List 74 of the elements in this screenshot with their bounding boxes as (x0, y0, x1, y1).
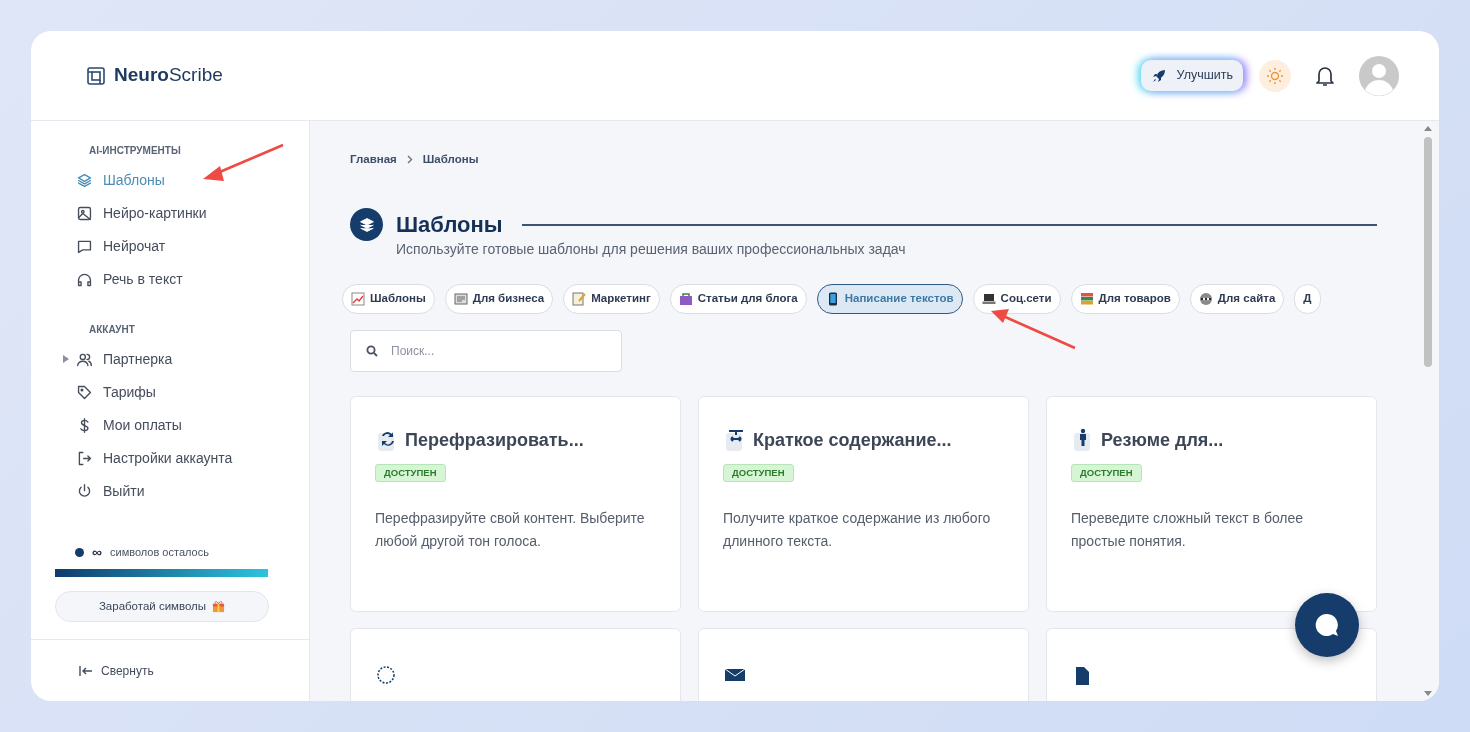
chat-bubble-icon (76, 238, 93, 255)
category-tab[interactable]: Для бизнеса (444, 284, 554, 314)
bag-icon (678, 291, 693, 306)
scroll-up-icon (1424, 125, 1432, 131)
template-title: Краткое содержание... (753, 428, 952, 452)
category-tab[interactable]: Д (1294, 284, 1321, 314)
status-label: ДОСТУПЕН (723, 463, 794, 482)
template-title: Резюме для... (1101, 428, 1224, 452)
template-description: Переведите сложный текст в более простые понятия. (1071, 508, 1305, 552)
mask-icon (1198, 291, 1213, 306)
credits-amount: ∞ (92, 543, 102, 562)
breadcrumb-link[interactable]: Шаблоны (422, 151, 479, 169)
sidebar-item[interactable]: Тарифы (71, 376, 285, 409)
books-icon (1079, 291, 1094, 306)
section-heading: AI-ИНСТРУМЕНТЫ (89, 144, 182, 158)
sun-icon (1266, 66, 1284, 85)
category-tab[interactable]: Написание текстов (816, 284, 963, 314)
tag-icon (76, 384, 93, 401)
logout-icon (76, 450, 93, 467)
collapse-icon (79, 664, 93, 677)
rocket-icon (1150, 67, 1167, 84)
sidebar-item[interactable]: Настройки аккаунта (71, 442, 285, 475)
template-card[interactable]: Краткое содержание... ДОСТУПЕН Получите краткое содержание из любого длинного текста. (698, 395, 1029, 612)
scrollbar-thumb[interactable] (1424, 137, 1432, 367)
category-tab[interactable]: Маркетинг (563, 284, 660, 314)
breadcrumb-link[interactable]: Главная (350, 151, 397, 169)
search-field[interactable]: Поиск... (350, 329, 622, 372)
theme-toggle[interactable] (1259, 59, 1291, 92)
sidebar-item[interactable]: Нейро-картинки (71, 197, 285, 230)
avatar-icon[interactable] (1359, 55, 1399, 96)
category-tab[interactable]: Соц.сети (972, 284, 1061, 314)
earn-credits-button[interactable]: Заработай символы (55, 591, 269, 623)
sidebar-item[interactable]: Партнерка (71, 343, 285, 376)
image-icon (76, 205, 93, 222)
page-title: Шаблоны (396, 213, 503, 236)
status-label: ДОСТУПЕН (375, 463, 446, 482)
sidebar-item[interactable]: Мои оплаты (71, 409, 285, 442)
layers-icon (76, 172, 93, 189)
template-description: Получите краткое содержание из любого длинного текста. (723, 508, 992, 552)
section-heading: АККАУНТ (89, 323, 136, 337)
collapse-button[interactable]: Свернуть (79, 661, 154, 680)
template-description: Перефразируйте свой контент. Выберите любой другой тон голоса. (375, 508, 646, 552)
chat-bubble-icon (1313, 611, 1341, 639)
newspaper-icon (453, 291, 468, 306)
logo-icon (86, 66, 106, 87)
template-card[interactable]: Резюме для... ДОСТУПЕН Переведите сложный текст в более простые понятия. (1046, 395, 1377, 612)
category-tab[interactable]: Статьи для блога (669, 284, 807, 314)
laptop-icon (981, 291, 996, 306)
layers-icon (358, 216, 375, 233)
sidebar-item[interactable]: Выйти (71, 475, 285, 508)
status-dot (75, 548, 84, 557)
scroll-down-icon (1424, 691, 1432, 697)
headphones-icon (76, 271, 93, 288)
status-label: ДОСТУПЕН (1071, 463, 1142, 482)
sidebar-item[interactable]: Речь в текст (71, 263, 285, 296)
category-tab[interactable]: Шаблоны (342, 284, 435, 314)
page-subtitle: Используйте готовые шаблоны для решения ваших профессиональных задач (396, 240, 907, 260)
chevron-right-icon (406, 155, 413, 165)
category-tab[interactable]: Для товаров (1070, 284, 1180, 314)
search-icon (366, 344, 378, 357)
power-icon (76, 483, 93, 500)
sidebar-item[interactable]: Шаблоны (71, 164, 285, 197)
users-icon (76, 351, 93, 368)
template-title: Перефразировать... (405, 428, 584, 452)
template-card[interactable]: Перефразировать... ДОСТУПЕН Перефразируйте свой контент. Выберите любой другой тон голоса. (350, 395, 681, 612)
bell-icon[interactable] (1315, 65, 1335, 88)
note-icon (572, 291, 587, 306)
chart-icon (351, 291, 365, 306)
brand-name: NeuroScribe (114, 63, 223, 88)
credits-label: символов осталось (110, 545, 209, 561)
sidebar-item[interactable]: Нейрочат (71, 230, 285, 263)
category-tab[interactable]: Для сайта (1189, 284, 1285, 314)
gift-icon (212, 600, 226, 614)
upgrade-button[interactable]: Улучшить (1140, 60, 1243, 91)
